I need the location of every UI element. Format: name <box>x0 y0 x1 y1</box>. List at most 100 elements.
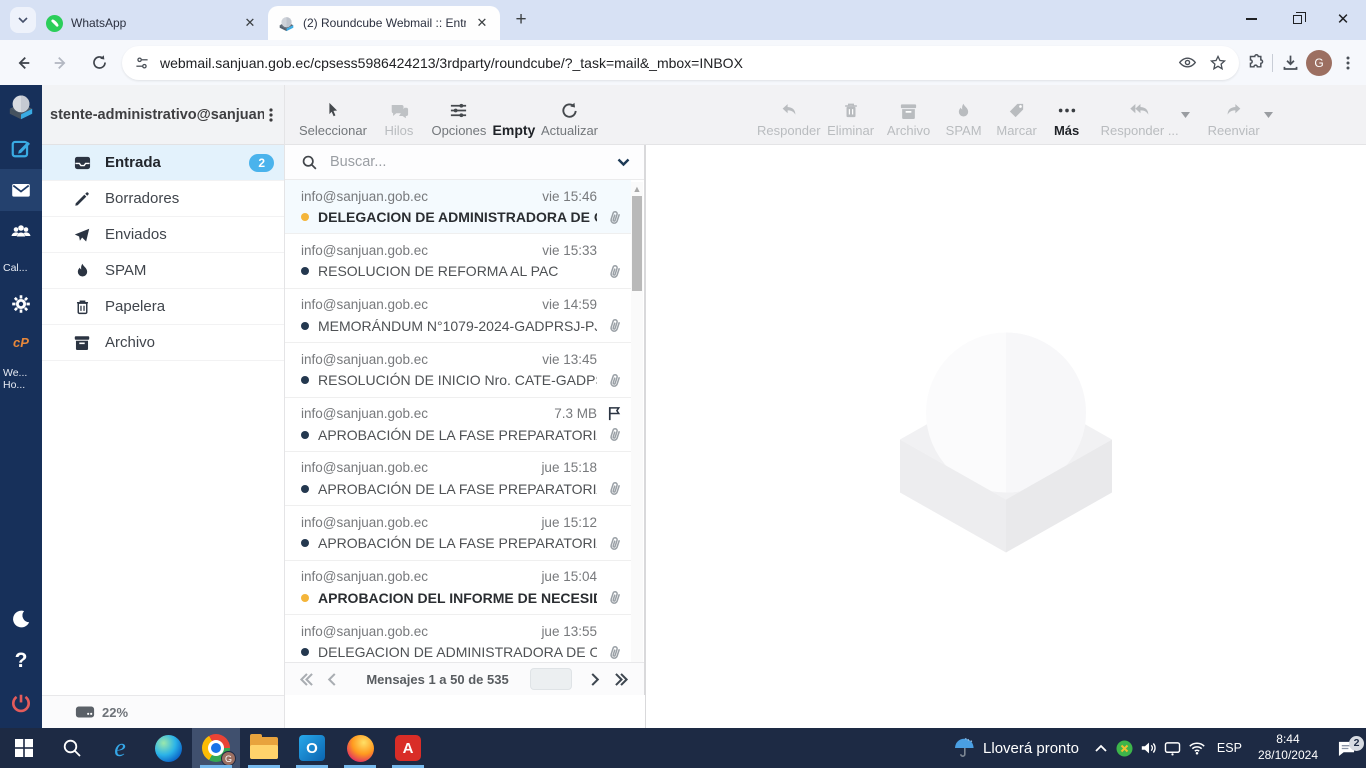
mark-button[interactable]: Marcar <box>991 101 1043 138</box>
forward-button[interactable]: Reenviar <box>1206 101 1262 138</box>
flag-slot[interactable] <box>597 241 623 259</box>
folder-papelera[interactable]: Papelera <box>42 289 284 325</box>
empty-folder-button[interactable]: Empty <box>491 100 537 138</box>
address-bar[interactable]: webmail.sanjuan.gob.ec/cpsess5986424213/… <box>122 45 1239 80</box>
firefox-button[interactable] <box>336 728 384 768</box>
folder-archivo[interactable]: Archivo <box>42 325 284 361</box>
select-button[interactable]: Seleccionar <box>299 101 367 138</box>
calendar-nav-button[interactable]: Cal... <box>0 253 42 283</box>
internet-explorer-button[interactable]: e <box>96 728 144 768</box>
contacts-nav-button[interactable] <box>0 211 42 253</box>
logout-button[interactable] <box>0 682 42 724</box>
refresh-button[interactable]: Actualizar <box>541 101 598 138</box>
list-scrollbar[interactable]: ▲ <box>631 182 643 662</box>
account-header[interactable]: stente-administrativo@sanjuan.gob.ec <box>42 85 284 145</box>
wifi-icon[interactable] <box>1185 741 1209 755</box>
taskbar-search-button[interactable] <box>48 728 96 768</box>
extensions-icon[interactable] <box>1247 53 1266 72</box>
bookmark-star-icon[interactable] <box>1209 54 1227 72</box>
reply-all-button[interactable]: Responder ... <box>1101 101 1179 138</box>
search-input[interactable] <box>330 154 617 170</box>
mail-nav-button[interactable] <box>0 169 42 211</box>
chrome-button[interactable]: G <box>192 728 240 768</box>
flag-slot[interactable] <box>597 187 623 205</box>
message-row[interactable]: info@sanjuan.gob.ec vie 15:33 RESOLUCION… <box>285 234 631 289</box>
message-row[interactable]: info@sanjuan.gob.ec jue 15:12 APROBACIÓN… <box>285 506 631 561</box>
dark-mode-button[interactable] <box>0 598 42 640</box>
profile-avatar[interactable]: G <box>1306 49 1332 76</box>
flag-slot[interactable] <box>597 622 623 640</box>
flag-slot[interactable] <box>597 568 623 586</box>
cast-screen-icon[interactable] <box>1161 741 1185 756</box>
account-menu-icon[interactable] <box>264 107 278 123</box>
edge-button[interactable] <box>144 728 192 768</box>
compose-button[interactable] <box>0 127 42 169</box>
folder-entrada[interactable]: Entrada 2 <box>42 145 284 181</box>
spam-button[interactable]: SPAM <box>939 102 989 138</box>
search-bar[interactable] <box>285 145 644 180</box>
prev-page-button[interactable] <box>319 672 345 686</box>
clock[interactable]: 8:44 28/10/2024 <box>1250 732 1326 763</box>
options-button[interactable]: Opciones <box>431 101 487 138</box>
reading-mode-icon[interactable] <box>1178 53 1197 72</box>
delete-button[interactable]: Eliminar <box>823 101 879 138</box>
first-page-button[interactable] <box>293 672 319 686</box>
tray-expand-chevron-icon[interactable] <box>1089 744 1113 752</box>
tab-whatsapp[interactable]: WhatsApp ✕ <box>36 6 268 40</box>
message-row[interactable]: info@sanjuan.gob.ec vie 14:59 MEMORÁNDUM… <box>285 289 631 344</box>
message-row[interactable]: info@sanjuan.gob.ec 7.3 MB APROBACIÓN DE… <box>285 398 631 452</box>
message-row[interactable]: info@sanjuan.gob.ec jue 15:18 APROBACIÓN… <box>285 452 631 507</box>
url-text[interactable]: webmail.sanjuan.gob.ec/cpsess5986424213/… <box>160 55 1166 71</box>
scroll-up-arrow[interactable]: ▲ <box>632 184 642 194</box>
tab-close-icon[interactable]: ✕ <box>242 15 258 31</box>
message-row[interactable]: info@sanjuan.gob.ec jue 13:55 DELEGACION… <box>285 615 631 662</box>
flag-slot[interactable] <box>597 459 623 477</box>
start-button[interactable] <box>0 728 48 768</box>
reload-button[interactable] <box>84 48 114 78</box>
more-button[interactable]: Más <box>1045 101 1089 138</box>
volume-icon[interactable] <box>1137 740 1161 756</box>
language-indicator[interactable]: ESP <box>1209 741 1250 755</box>
tab-close-icon[interactable]: ✕ <box>474 15 490 31</box>
read-status-dot[interactable] <box>301 593 309 602</box>
page-number-input[interactable] <box>530 668 572 690</box>
downloads-icon[interactable] <box>1281 53 1300 72</box>
next-page-button[interactable] <box>582 672 608 686</box>
tab-roundcube[interactable]: (2) Roundcube Webmail :: Entra ✕ <box>268 6 500 40</box>
antivirus-tray-icon[interactable] <box>1113 740 1137 757</box>
weather-widget[interactable]: Lloverá pronto <box>943 728 1089 768</box>
help-button[interactable]: ? <box>0 640 42 682</box>
new-tab-button[interactable]: + <box>508 7 534 33</box>
file-explorer-button[interactable] <box>240 728 288 768</box>
close-button[interactable]: ✕ <box>1320 0 1366 38</box>
reply-button[interactable]: Responder <box>757 101 821 138</box>
read-status-dot[interactable] <box>301 539 309 548</box>
reply-all-caret[interactable] <box>1180 112 1190 138</box>
scrollbar-thumb[interactable] <box>632 196 642 291</box>
read-status-dot[interactable] <box>301 376 309 385</box>
threads-button[interactable]: Hilos <box>371 101 427 138</box>
read-status-dot[interactable] <box>301 484 309 493</box>
back-button[interactable] <box>8 48 38 78</box>
browser-menu-icon[interactable] <box>1340 55 1356 71</box>
forward-button[interactable] <box>46 48 76 78</box>
restore-button[interactable] <box>1274 0 1320 38</box>
search-options-chevron-icon[interactable] <box>617 158 630 167</box>
flag-slot[interactable] <box>597 296 623 314</box>
minimize-button[interactable] <box>1228 0 1274 38</box>
cpanel-nav-button[interactable]: cP <box>0 325 42 359</box>
forward-caret[interactable] <box>1263 112 1273 138</box>
last-page-button[interactable] <box>608 672 634 686</box>
read-status-dot[interactable] <box>301 213 309 221</box>
message-row[interactable]: info@sanjuan.gob.ec jue 15:04 APROBACION… <box>285 561 631 616</box>
read-status-dot[interactable] <box>301 267 309 276</box>
message-row[interactable]: info@sanjuan.gob.ec vie 13:45 RESOLUCIÓN… <box>285 343 631 398</box>
archive-button[interactable]: Archivo <box>881 102 937 138</box>
read-status-dot[interactable] <box>301 648 309 657</box>
site-info-icon[interactable] <box>134 55 150 71</box>
read-status-dot[interactable] <box>301 430 309 439</box>
read-status-dot[interactable] <box>301 321 309 330</box>
flag-slot[interactable] <box>597 405 623 423</box>
tab-search-button[interactable] <box>10 7 36 33</box>
flag-slot[interactable] <box>597 513 623 531</box>
